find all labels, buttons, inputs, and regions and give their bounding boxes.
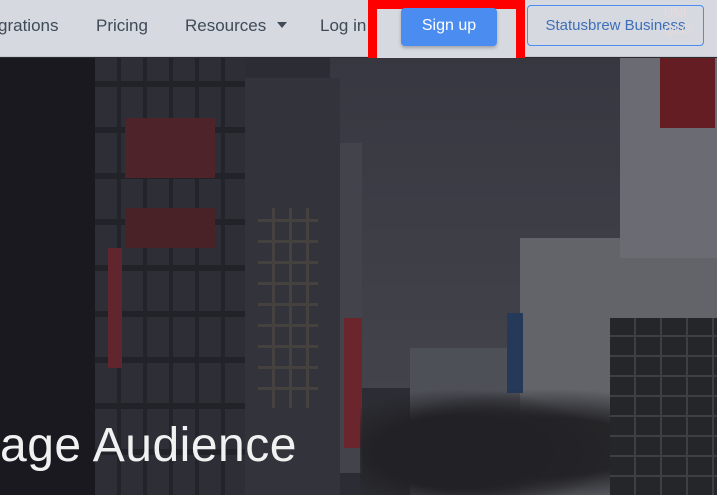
signup-button[interactable]: Sign up — [401, 8, 497, 46]
nav-link-pricing[interactable]: Pricing — [96, 16, 148, 36]
nav-dropdown-resources[interactable]: Resources — [185, 16, 288, 36]
nav-link-login[interactable]: Log in — [320, 16, 366, 36]
storefront-sign-text: UNI QLO — [664, 5, 692, 37]
resources-label: Resources — [185, 16, 267, 35]
caret-down-icon — [277, 22, 288, 28]
nav-link-integrations[interactable]: grations — [0, 16, 58, 36]
top-navigation-bar: grations Pricing Resources Log in Status… — [0, 0, 717, 57]
hero-heading: age Audience — [0, 419, 297, 472]
